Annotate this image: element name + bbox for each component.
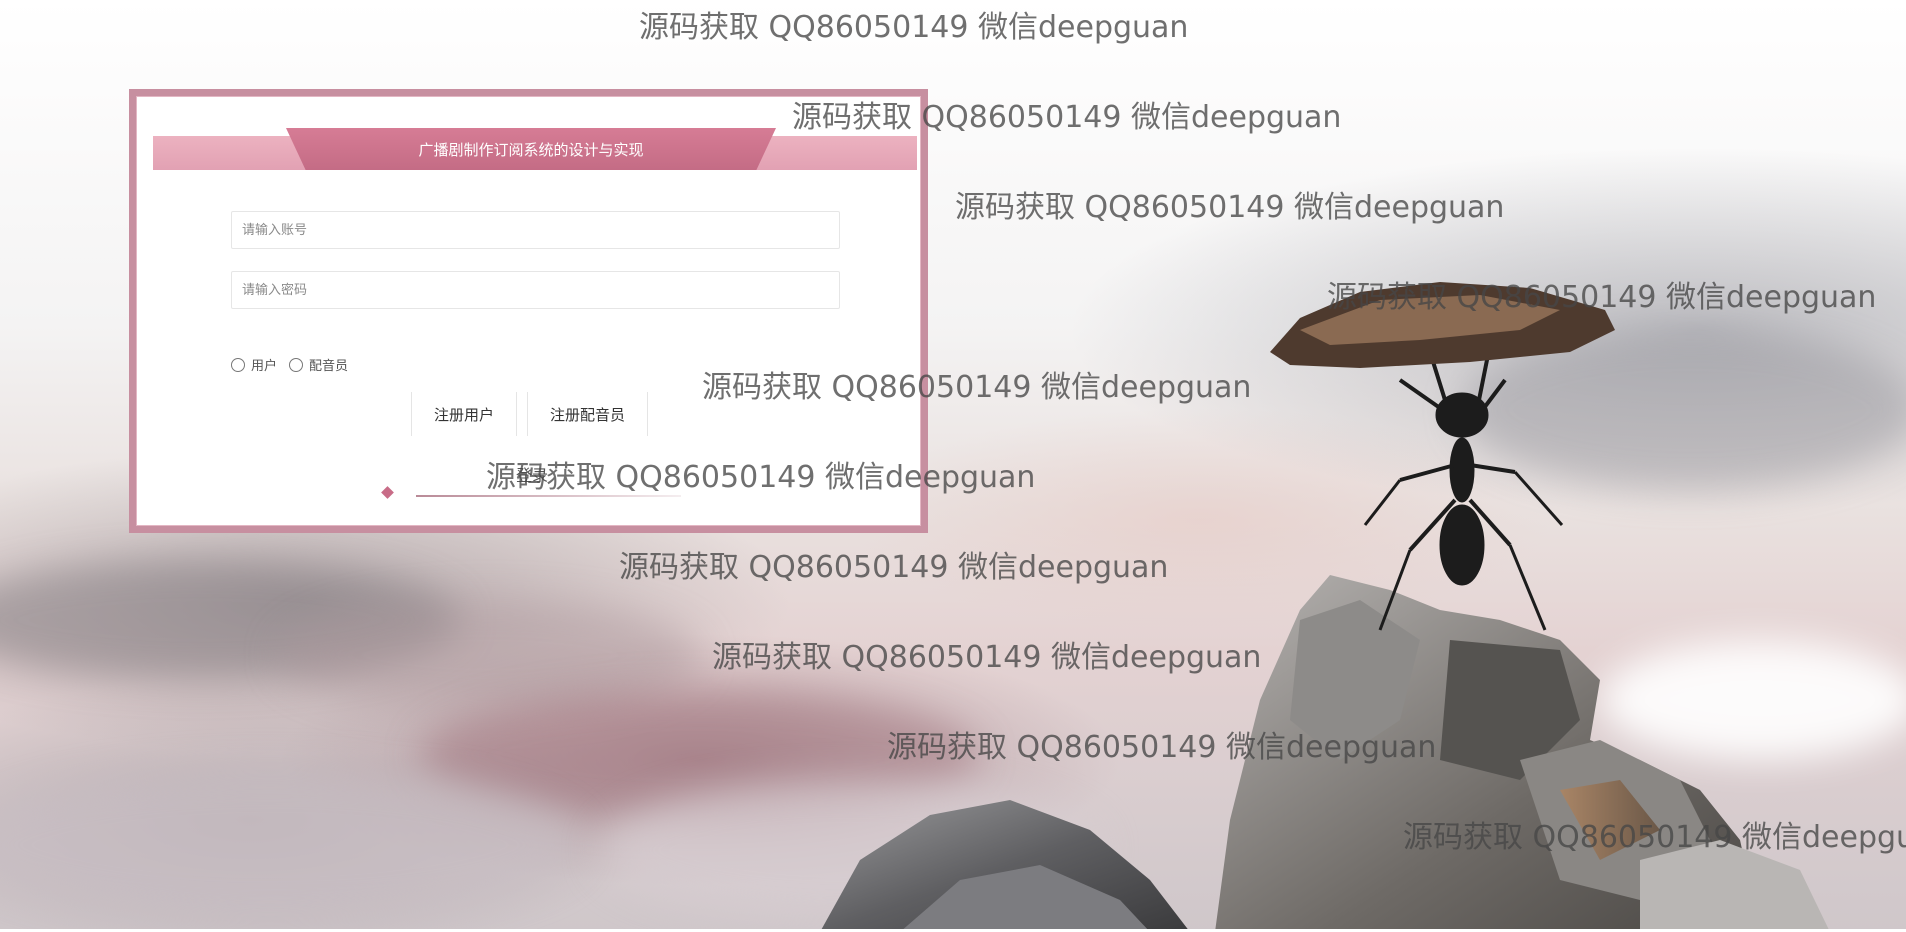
role-radio-user[interactable] xyxy=(231,357,245,372)
diamond-icon xyxy=(381,486,394,499)
login-underline xyxy=(416,495,681,497)
password-input[interactable] xyxy=(231,271,840,309)
ant-figure xyxy=(1363,319,1564,631)
role-label-dubber: 配音员 xyxy=(309,359,349,374)
register-dubber-button[interactable]: 注册配音员 xyxy=(527,392,648,436)
page-title: 广播剧制作订阅系统的设计与实现 xyxy=(418,140,644,159)
role-radio-dubber[interactable] xyxy=(289,357,304,372)
login-button[interactable]: 登录 xyxy=(516,462,548,486)
register-user-button[interactable]: 注册用户 xyxy=(411,392,517,436)
account-input[interactable] xyxy=(231,211,840,249)
login-card: 广播剧制作订阅系统的设计与实现 用户 配音员 注册用户 注册配音员 登录 xyxy=(129,89,928,533)
role-selector: 用户 配音员 xyxy=(231,355,360,374)
role-label-user: 用户 xyxy=(251,359,278,374)
